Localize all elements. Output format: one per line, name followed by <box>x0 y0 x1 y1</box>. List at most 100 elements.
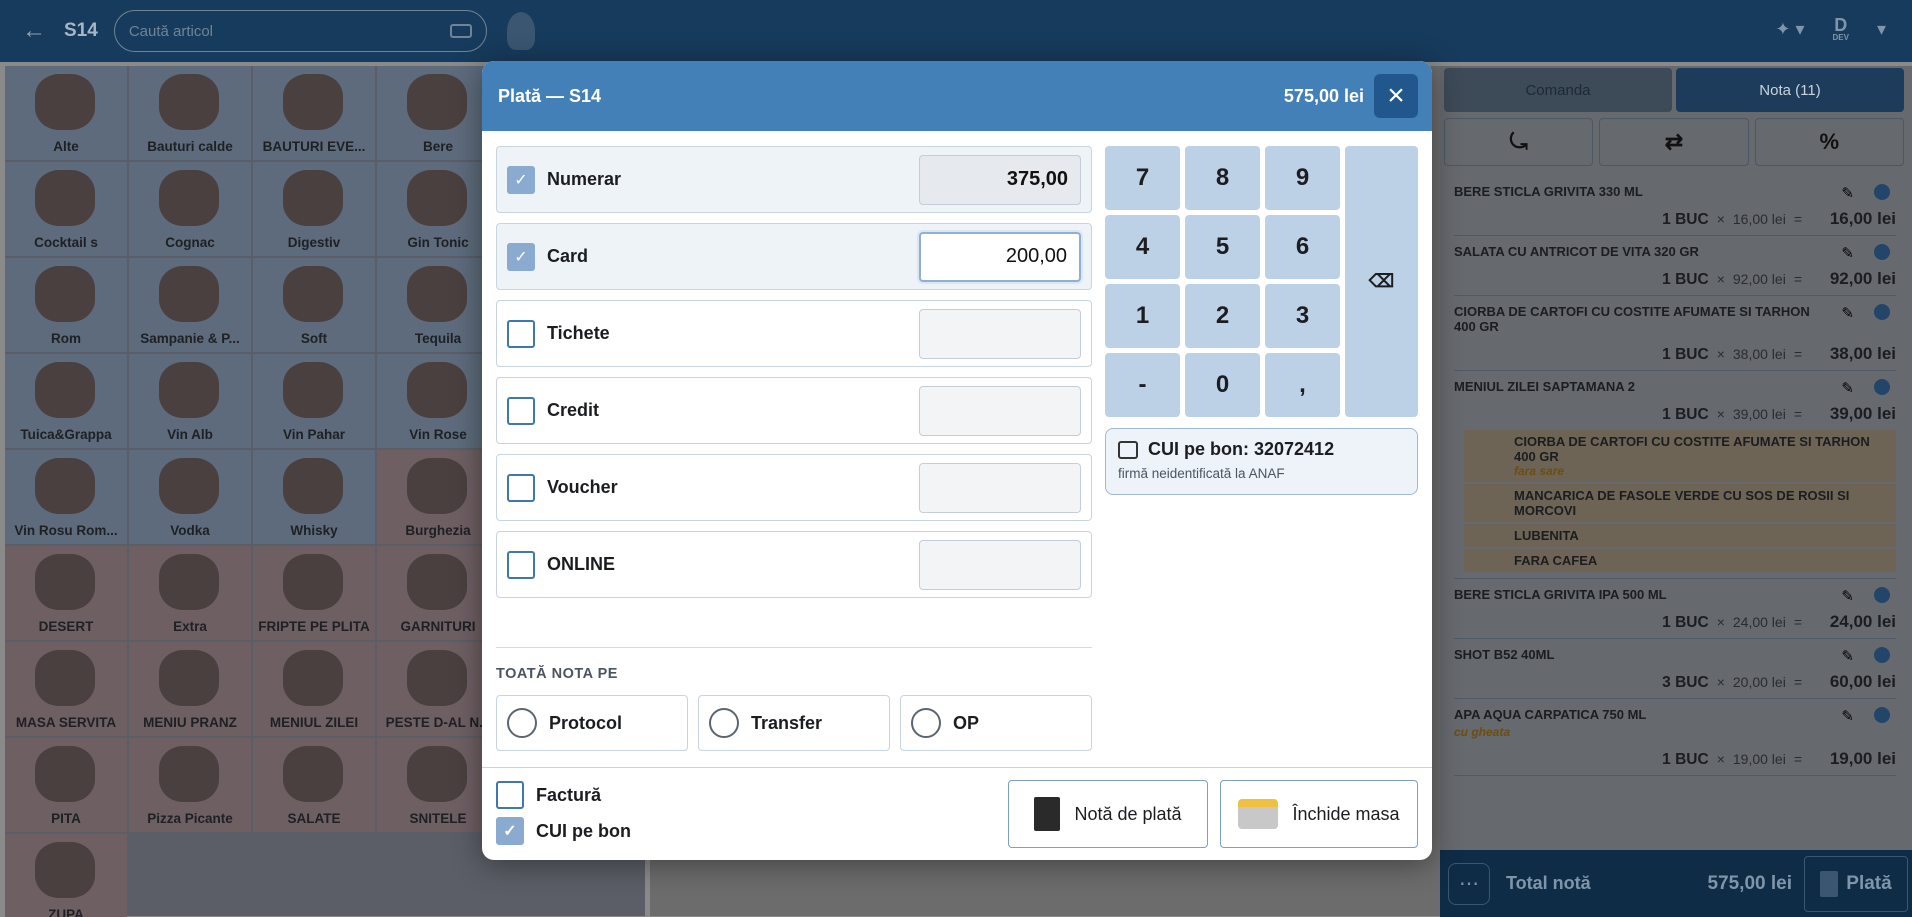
percent-icon[interactable]: % <box>1754 118 1904 166</box>
category-tile[interactable]: Sampanie & P... <box>129 258 251 352</box>
method-checkbox[interactable]: ✓ <box>507 242 535 271</box>
swap-icon[interactable]: ⇄ <box>1599 118 1749 166</box>
bill-item[interactable]: CIORBA DE CARTOFI CU COSTITE AFUMATE SI … <box>1454 296 1896 371</box>
category-tile[interactable]: Soft <box>253 258 375 352</box>
method-checkbox[interactable] <box>507 319 535 348</box>
category-tile[interactable]: ZUPA <box>5 834 127 917</box>
info-icon[interactable] <box>1874 647 1890 663</box>
category-tile[interactable]: BAUTURI EVE... <box>253 66 375 160</box>
category-tile[interactable]: Vin Rose <box>377 354 499 448</box>
category-tile[interactable]: Extra <box>129 546 251 640</box>
info-icon[interactable] <box>1874 304 1890 320</box>
payment-method-online[interactable]: ONLINE <box>496 531 1092 598</box>
pencil-icon[interactable]: ✎ <box>1841 707 1854 725</box>
bill-item[interactable]: BERE STICLA GRIVITA 330 ML ✎ 1 BUC × 16,00 l… <box>1454 176 1896 236</box>
whole-bill-option-op[interactable]: OP <box>900 695 1092 751</box>
category-tile[interactable]: Vodka <box>129 450 251 544</box>
numpad-key[interactable]: 6 <box>1265 215 1340 279</box>
method-amount-input[interactable]: 200,00 <box>919 231 1081 282</box>
cui-checkbox[interactable]: ✓ <box>496 817 524 845</box>
pencil-icon[interactable]: ✎ <box>1841 244 1854 262</box>
cui-checkbox-row[interactable]: ✓ CUI pe bon <box>496 817 631 845</box>
category-tile[interactable]: Cognac <box>129 162 251 256</box>
category-tile[interactable]: Tequila <box>377 258 499 352</box>
method-checkbox[interactable] <box>507 550 535 579</box>
category-tile[interactable]: Bauturi calde <box>129 66 251 160</box>
bill-item[interactable]: SALATA CU ANTRICOT DE VITA 320 GR ✎ 1 BUC ×… <box>1454 236 1896 296</box>
bill-button[interactable]: Notă de plată <box>1008 780 1208 848</box>
category-tile[interactable]: Vin Alb <box>129 354 251 448</box>
numpad-key[interactable]: 1 <box>1105 284 1180 348</box>
split-icon[interactable]: ⤿ <box>1444 118 1594 166</box>
pencil-icon[interactable]: ✎ <box>1841 587 1854 605</box>
category-tile[interactable]: Gin Tonic <box>377 162 499 256</box>
info-icon[interactable] <box>1874 244 1890 260</box>
category-tile[interactable]: Digestiv <box>253 162 375 256</box>
bill-item[interactable]: MENIUL ZILEI SAPTAMANA 2 ✎ 1 BUC × 39,00 lei… <box>1454 371 1896 579</box>
category-tile[interactable]: Rom <box>5 258 127 352</box>
numpad-key[interactable]: 7 <box>1105 146 1180 210</box>
numpad-key[interactable]: 3 <box>1265 284 1340 348</box>
chevron-down-icon[interactable]: ▾ <box>1877 19 1886 40</box>
method-amount-input[interactable]: 375,00 <box>919 154 1081 205</box>
category-tile[interactable]: MASA SERVITA <box>5 642 127 736</box>
method-amount-input[interactable] <box>919 462 1081 513</box>
arrow-left-icon[interactable]: ← <box>18 15 50 47</box>
numpad-key[interactable]: 2 <box>1185 284 1260 348</box>
factura-checkbox[interactable] <box>496 781 524 809</box>
close-icon[interactable]: × <box>1374 74 1418 118</box>
category-tile[interactable]: PESTE D-AL N... <box>377 642 499 736</box>
info-icon[interactable] <box>1874 379 1890 395</box>
bill-item[interactable]: BERE STICLA GRIVITA IPA 500 ML ✎ 1 BUC × 24,… <box>1454 579 1896 639</box>
payment-method-tichete[interactable]: Tichete <box>496 300 1092 367</box>
method-checkbox[interactable] <box>507 396 535 425</box>
whole-bill-option-transfer[interactable]: Transfer <box>698 695 890 751</box>
numpad-key[interactable]: , <box>1265 353 1340 417</box>
radio-button[interactable] <box>507 708 537 738</box>
backspace-icon[interactable]: ⌫ <box>1345 146 1418 417</box>
category-tile[interactable]: Vin Rosu Rom... <box>5 450 127 544</box>
category-tile[interactable]: GARNITURI <box>377 546 499 640</box>
method-checkbox[interactable]: ✓ <box>507 165 535 194</box>
category-tile[interactable]: MENIUL ZILEI <box>253 642 375 736</box>
category-tile[interactable]: Bere <box>377 66 499 160</box>
numpad-key[interactable]: 9 <box>1265 146 1340 210</box>
category-tile[interactable]: SALATE <box>253 738 375 832</box>
category-tile[interactable]: SNITELE <box>377 738 499 832</box>
numpad-key[interactable]: 5 <box>1185 215 1260 279</box>
bill-item[interactable]: APA AQUA CARPATICA 750 ML cu gheata ✎ 1 BUC… <box>1454 699 1896 776</box>
category-tile[interactable]: Cocktail s <box>5 162 127 256</box>
category-tile[interactable]: Tuica&Grappa <box>5 354 127 448</box>
user-menu[interactable]: D DEV <box>1833 16 1849 42</box>
radio-button[interactable] <box>709 708 739 738</box>
category-tile[interactable]: Vin Pahar <box>253 354 375 448</box>
payment-method-voucher[interactable]: Voucher <box>496 454 1092 521</box>
keyboard-icon[interactable] <box>449 24 472 38</box>
category-tile[interactable]: DESERT <box>5 546 127 640</box>
payment-method-card[interactable]: ✓ Card 200,00 <box>496 223 1092 290</box>
category-tile[interactable]: MENIU PRANZ <box>129 642 251 736</box>
search-input[interactable]: Caută articol <box>113 10 487 52</box>
category-tile[interactable]: Pizza Picante <box>129 738 251 832</box>
factura-checkbox-row[interactable]: Factură <box>496 781 631 809</box>
pencil-icon[interactable]: ✎ <box>1841 184 1854 202</box>
tab-order[interactable]: Comanda <box>1444 68 1672 112</box>
payment-method-numerar[interactable]: ✓ Numerar 375,00 <box>496 146 1092 213</box>
category-tile[interactable]: PITA <box>5 738 127 832</box>
more-icon[interactable]: ⋯ <box>1448 862 1490 905</box>
payment-method-credit[interactable]: Credit <box>496 377 1092 444</box>
numpad-key[interactable]: - <box>1105 353 1180 417</box>
category-tile[interactable]: FRIPTE PE PLITA <box>253 546 375 640</box>
numpad-key[interactable]: 4 <box>1105 215 1180 279</box>
category-tile[interactable]: Burghezia <box>377 450 499 544</box>
pencil-icon[interactable]: ✎ <box>1841 647 1854 665</box>
method-amount-input[interactable] <box>919 385 1081 436</box>
radio-button[interactable] <box>911 708 941 738</box>
whole-bill-option-protocol[interactable]: Protocol <box>496 695 688 751</box>
category-tile[interactable]: Whisky <box>253 450 375 544</box>
category-tile[interactable]: Alte <box>5 66 127 160</box>
method-checkbox[interactable] <box>507 473 535 502</box>
method-amount-input[interactable] <box>919 539 1081 590</box>
pencil-icon[interactable]: ✎ <box>1841 304 1854 322</box>
method-amount-input[interactable] <box>919 308 1081 359</box>
